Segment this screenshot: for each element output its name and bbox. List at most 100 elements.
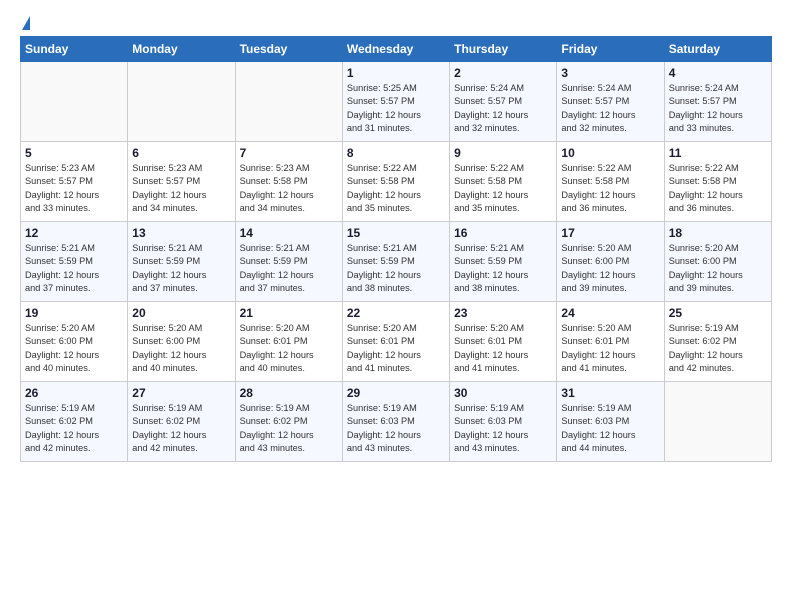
header-friday: Friday — [557, 37, 664, 62]
calendar-cell — [128, 62, 235, 142]
calendar-cell: 3 Sunrise: 5:24 AM Sunset: 5:57 PM Daylig… — [557, 62, 664, 142]
calendar-cell: 6Sunrise: 5:23 AM Sunset: 5:57 PM Daylig… — [128, 142, 235, 222]
day-number: 9 — [454, 146, 552, 160]
day-info: Sunrise: 5:23 AM Sunset: 5:57 PM Dayligh… — [25, 162, 123, 215]
day-info: Sunrise: 5:22 AM Sunset: 5:58 PM Dayligh… — [454, 162, 552, 215]
calendar-week-row: 19 Sunrise: 5:20 AM Sunset: 6:00 PM Dayli… — [21, 302, 772, 382]
calendar-cell: 16 Sunrise: 5:21 AM Sunset: 5:59 PM Dayli… — [450, 222, 557, 302]
day-info: Sunrise: 5:21 AM Sunset: 5:59 PM Dayligh… — [347, 242, 445, 295]
calendar-cell: 30 Sunrise: 5:19 AM Sunset: 6:03 PM Dayli… — [450, 382, 557, 462]
day-info: Sunrise: 5:19 AM Sunset: 6:02 PM Dayligh… — [669, 322, 767, 375]
day-info: Sunrise: 5:22 AM Sunset: 5:58 PM Dayligh… — [669, 162, 767, 215]
day-info: Sunrise: 5:21 AM Sunset: 5:59 PM Dayligh… — [454, 242, 552, 295]
day-info: Sunrise: 5:21 AM Sunset: 5:59 PM Dayligh… — [132, 242, 230, 295]
calendar-week-row: 1 Sunrise: 5:25 AM Sunset: 5:57 PM Daylig… — [21, 62, 772, 142]
day-number: 16 — [454, 226, 552, 240]
calendar-cell: 25 Sunrise: 5:19 AM Sunset: 6:02 PM Dayli… — [664, 302, 771, 382]
calendar-cell — [21, 62, 128, 142]
calendar-cell: 1 Sunrise: 5:25 AM Sunset: 5:57 PM Daylig… — [342, 62, 449, 142]
calendar-cell — [664, 382, 771, 462]
day-number: 3 — [561, 66, 659, 80]
calendar-cell: 21Sunrise: 5:20 AM Sunset: 6:01 PM Dayli… — [235, 302, 342, 382]
day-info: Sunrise: 5:22 AM Sunset: 5:58 PM Dayligh… — [347, 162, 445, 215]
calendar-week-row: 26Sunrise: 5:19 AM Sunset: 6:02 PM Dayli… — [21, 382, 772, 462]
day-number: 1 — [347, 66, 445, 80]
day-info: Sunrise: 5:19 AM Sunset: 6:03 PM Dayligh… — [347, 402, 445, 455]
calendar-cell: 17 Sunrise: 5:20 AM Sunset: 6:00 PM Dayli… — [557, 222, 664, 302]
calendar-cell: 14 Sunrise: 5:21 AM Sunset: 5:59 PM Dayli… — [235, 222, 342, 302]
day-info: Sunrise: 5:20 AM Sunset: 6:01 PM Dayligh… — [240, 322, 338, 375]
calendar-cell: 27 Sunrise: 5:19 AM Sunset: 6:02 PM Dayli… — [128, 382, 235, 462]
day-info: Sunrise: 5:20 AM Sunset: 6:00 PM Dayligh… — [561, 242, 659, 295]
day-number: 30 — [454, 386, 552, 400]
logo-icon — [22, 16, 30, 30]
day-info: Sunrise: 5:20 AM Sunset: 6:01 PM Dayligh… — [347, 322, 445, 375]
header-thursday: Thursday — [450, 37, 557, 62]
day-number: 4 — [669, 66, 767, 80]
calendar-cell: 31Sunrise: 5:19 AM Sunset: 6:03 PM Dayli… — [557, 382, 664, 462]
calendar-cell: 5 Sunrise: 5:23 AM Sunset: 5:57 PM Daylig… — [21, 142, 128, 222]
day-info: Sunrise: 5:20 AM Sunset: 6:00 PM Dayligh… — [132, 322, 230, 375]
day-info: Sunrise: 5:19 AM Sunset: 6:03 PM Dayligh… — [454, 402, 552, 455]
calendar-cell: 8 Sunrise: 5:22 AM Sunset: 5:58 PM Daylig… — [342, 142, 449, 222]
calendar-cell: 28 Sunrise: 5:19 AM Sunset: 6:02 PM Dayli… — [235, 382, 342, 462]
day-number: 17 — [561, 226, 659, 240]
calendar-cell: 29 Sunrise: 5:19 AM Sunset: 6:03 PM Dayli… — [342, 382, 449, 462]
day-info: Sunrise: 5:23 AM Sunset: 5:57 PM Dayligh… — [132, 162, 230, 215]
day-info: Sunrise: 5:21 AM Sunset: 5:59 PM Dayligh… — [25, 242, 123, 295]
day-info: Sunrise: 5:20 AM Sunset: 6:00 PM Dayligh… — [669, 242, 767, 295]
day-number: 25 — [669, 306, 767, 320]
day-info: Sunrise: 5:24 AM Sunset: 5:57 PM Dayligh… — [561, 82, 659, 135]
calendar-cell: 24 Sunrise: 5:20 AM Sunset: 6:01 PM Dayli… — [557, 302, 664, 382]
header-monday: Monday — [128, 37, 235, 62]
day-number: 11 — [669, 146, 767, 160]
calendar-cell: 22 Sunrise: 5:20 AM Sunset: 6:01 PM Dayli… — [342, 302, 449, 382]
day-number: 23 — [454, 306, 552, 320]
day-info: Sunrise: 5:23 AM Sunset: 5:58 PM Dayligh… — [240, 162, 338, 215]
calendar-cell — [235, 62, 342, 142]
calendar-cell: 12 Sunrise: 5:21 AM Sunset: 5:59 PM Dayli… — [21, 222, 128, 302]
day-number: 24 — [561, 306, 659, 320]
day-info: Sunrise: 5:19 AM Sunset: 6:02 PM Dayligh… — [240, 402, 338, 455]
day-number: 18 — [669, 226, 767, 240]
header-tuesday: Tuesday — [235, 37, 342, 62]
calendar-cell: 19 Sunrise: 5:20 AM Sunset: 6:00 PM Dayli… — [21, 302, 128, 382]
calendar-cell: 10Sunrise: 5:22 AM Sunset: 5:58 PM Dayli… — [557, 142, 664, 222]
day-info: Sunrise: 5:20 AM Sunset: 6:01 PM Dayligh… — [454, 322, 552, 375]
calendar-week-row: 5 Sunrise: 5:23 AM Sunset: 5:57 PM Daylig… — [21, 142, 772, 222]
day-info: Sunrise: 5:22 AM Sunset: 5:58 PM Dayligh… — [561, 162, 659, 215]
day-info: Sunrise: 5:21 AM Sunset: 5:59 PM Dayligh… — [240, 242, 338, 295]
calendar-header-row: SundayMondayTuesdayWednesdayThursdayFrid… — [21, 37, 772, 62]
calendar-cell: 26Sunrise: 5:19 AM Sunset: 6:02 PM Dayli… — [21, 382, 128, 462]
day-number: 27 — [132, 386, 230, 400]
logo — [20, 16, 30, 30]
day-info: Sunrise: 5:20 AM Sunset: 6:00 PM Dayligh… — [25, 322, 123, 375]
calendar-cell: 11 Sunrise: 5:22 AM Sunset: 5:58 PM Dayli… — [664, 142, 771, 222]
day-number: 22 — [347, 306, 445, 320]
calendar-cell: 15 Sunrise: 5:21 AM Sunset: 5:59 PM Dayli… — [342, 222, 449, 302]
day-number: 13 — [132, 226, 230, 240]
day-info: Sunrise: 5:24 AM Sunset: 5:57 PM Dayligh… — [454, 82, 552, 135]
day-info: Sunrise: 5:24 AM Sunset: 5:57 PM Dayligh… — [669, 82, 767, 135]
day-number: 5 — [25, 146, 123, 160]
day-number: 20 — [132, 306, 230, 320]
day-number: 28 — [240, 386, 338, 400]
day-number: 7 — [240, 146, 338, 160]
day-number: 8 — [347, 146, 445, 160]
calendar-cell: 13 Sunrise: 5:21 AM Sunset: 5:59 PM Dayli… — [128, 222, 235, 302]
day-number: 15 — [347, 226, 445, 240]
calendar-cell: 20 Sunrise: 5:20 AM Sunset: 6:00 PM Dayli… — [128, 302, 235, 382]
header-wednesday: Wednesday — [342, 37, 449, 62]
header-sunday: Sunday — [21, 37, 128, 62]
day-number: 14 — [240, 226, 338, 240]
day-info: Sunrise: 5:20 AM Sunset: 6:01 PM Dayligh… — [561, 322, 659, 375]
day-number: 19 — [25, 306, 123, 320]
calendar-cell: 7 Sunrise: 5:23 AM Sunset: 5:58 PM Daylig… — [235, 142, 342, 222]
day-number: 31 — [561, 386, 659, 400]
calendar-cell: 18 Sunrise: 5:20 AM Sunset: 6:00 PM Dayli… — [664, 222, 771, 302]
day-number: 12 — [25, 226, 123, 240]
day-info: Sunrise: 5:19 AM Sunset: 6:02 PM Dayligh… — [132, 402, 230, 455]
day-number: 29 — [347, 386, 445, 400]
day-info: Sunrise: 5:19 AM Sunset: 6:02 PM Dayligh… — [25, 402, 123, 455]
day-info: Sunrise: 5:25 AM Sunset: 5:57 PM Dayligh… — [347, 82, 445, 135]
